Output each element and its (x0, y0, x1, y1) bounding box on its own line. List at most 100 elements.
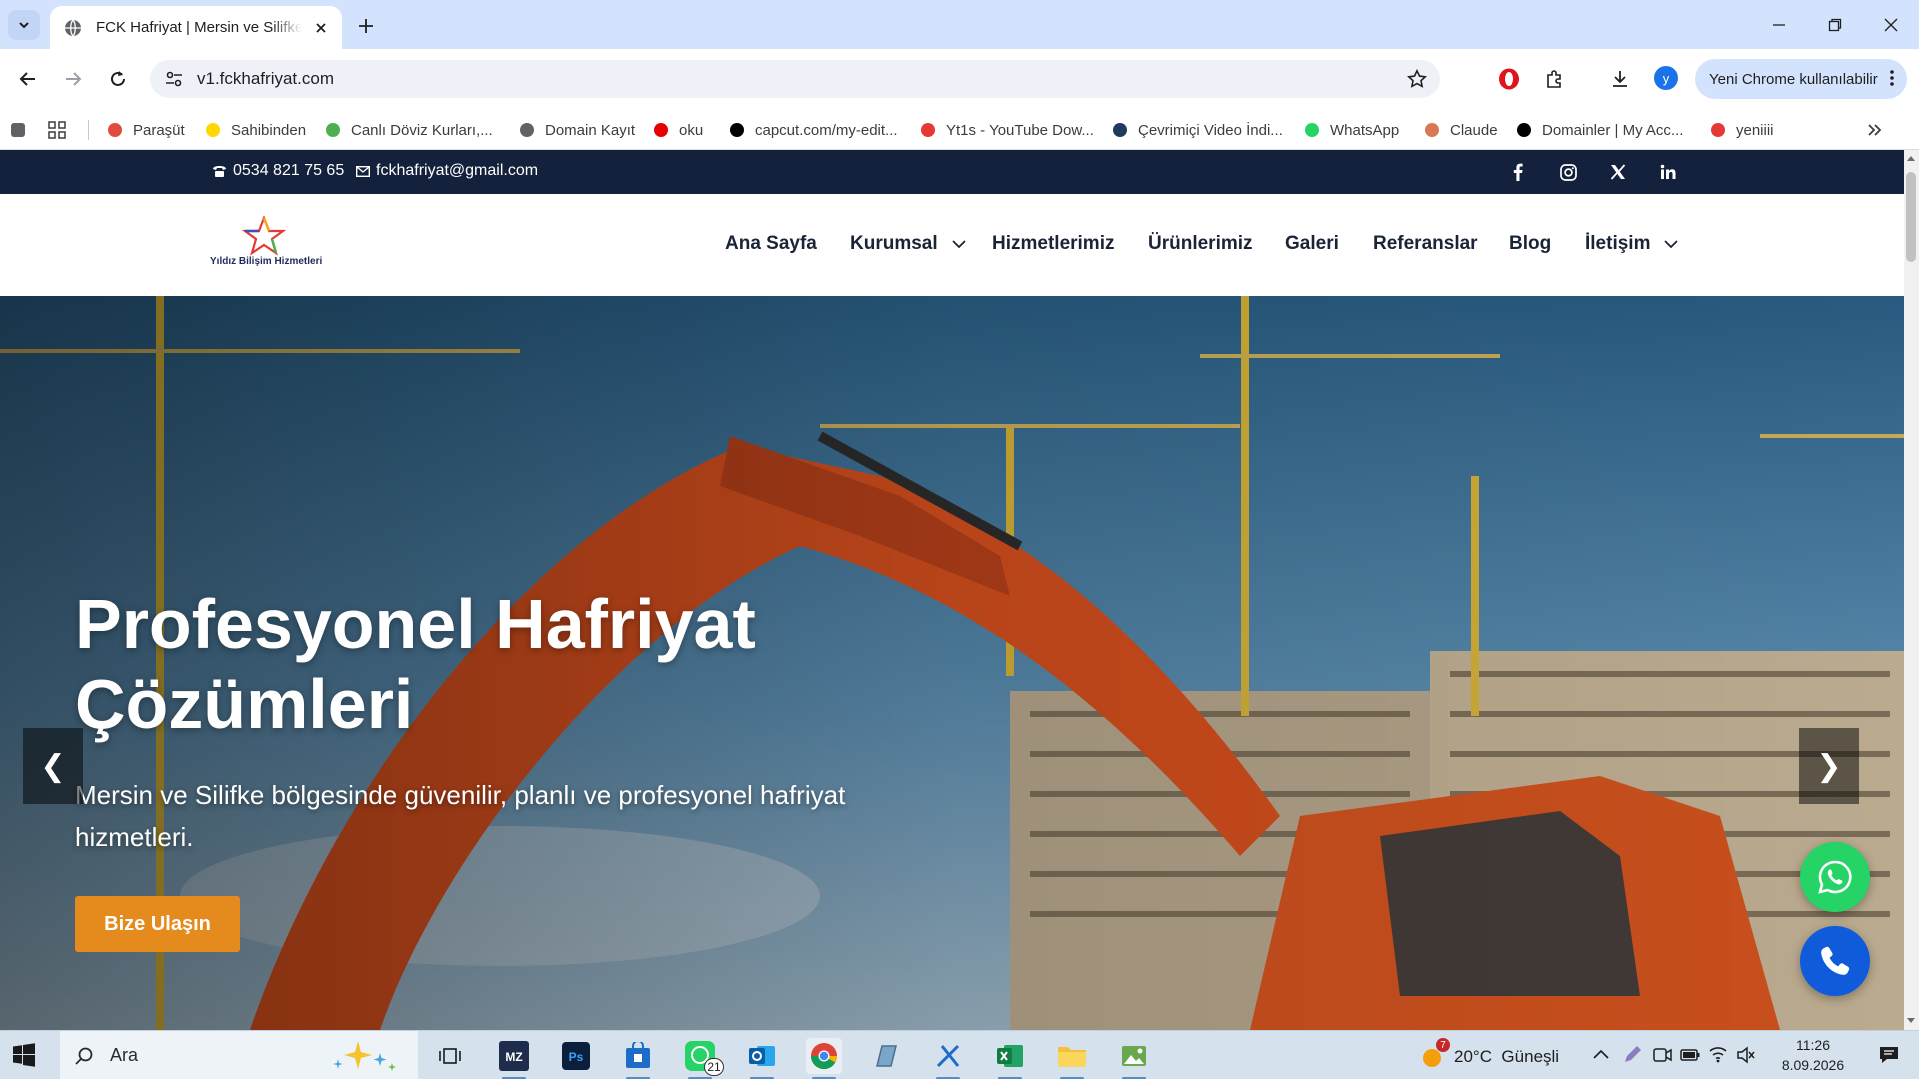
scroll-up-icon[interactable] (1906, 154, 1916, 162)
taskbar-app-mz[interactable]: MZ (496, 1038, 532, 1079)
browser-tab-active[interactable]: FCK Hafriyat | Mersin ve Silifke Hafriya… (50, 6, 342, 49)
wifi-icon[interactable] (1708, 1045, 1728, 1063)
nav-services[interactable]: Hizmetlerimiz (992, 233, 1114, 255)
page-scrollbar[interactable] (1904, 150, 1919, 1030)
taskbar-app-photoshop[interactable]: Ps (558, 1038, 594, 1074)
linkedin-icon[interactable] (1657, 161, 1679, 183)
slider-next-button[interactable]: ❯ (1799, 728, 1859, 804)
close-window-button[interactable] (1863, 0, 1919, 49)
minimize-button[interactable] (1751, 0, 1807, 49)
nav-references-label: Referanslar (1373, 233, 1478, 254)
taskbar-search-box[interactable]: Ara (60, 1031, 418, 1079)
apps-button[interactable] (48, 118, 66, 142)
opera-extension-button[interactable] (1489, 59, 1529, 99)
back-button[interactable] (8, 59, 48, 99)
taskbar-search-text: Ara (110, 1045, 139, 1065)
svg-text:Ps: Ps (569, 1050, 584, 1064)
nav-home[interactable]: Ana Sayfa (725, 233, 817, 255)
bookmark-item[interactable]: Sahibinden (204, 118, 306, 142)
bookmark-item[interactable]: Yt1s - YouTube Dow... (919, 118, 1094, 142)
site-logo[interactable]: Yıldız Bilişim Hizmetleri (210, 216, 325, 274)
taskbar-app-tool[interactable] (930, 1038, 966, 1079)
nav-corporate[interactable]: Kurumsal (850, 233, 966, 255)
bookmark-item[interactable]: Çevrimiçi Video İndi... (1111, 118, 1283, 142)
meet-now-icon[interactable] (1652, 1046, 1672, 1064)
notifications-icon[interactable] (1878, 1045, 1900, 1065)
bookmark-item[interactable]: Claude (1423, 118, 1498, 142)
wix-icon (1515, 121, 1533, 139)
tab-search-button[interactable] (8, 10, 40, 40)
svg-text:MZ: MZ (505, 1050, 522, 1064)
forward-button[interactable] (53, 59, 93, 99)
system-tray: 7 20°C Güneşli 11:26 8.09.2026 (1418, 1031, 1919, 1079)
nav-gallery[interactable]: Galeri (1285, 233, 1339, 255)
taskbar-app-excel[interactable] (992, 1038, 1028, 1079)
x-icon[interactable] (1607, 161, 1629, 183)
bookmark-label: Domain Kayıt (545, 121, 636, 139)
chevron-up-icon[interactable] (1593, 1049, 1609, 1059)
new-tab-button[interactable] (352, 12, 380, 40)
taskbar-app-outlook[interactable] (744, 1038, 780, 1079)
taskbar-app-image[interactable] (1116, 1038, 1152, 1079)
weather-widget[interactable]: 7 20°C Güneşli (1420, 1038, 1559, 1070)
close-tab-icon[interactable] (310, 17, 332, 39)
instagram-icon[interactable] (1557, 161, 1579, 183)
battery-icon[interactable] (1680, 1048, 1700, 1062)
topbar-phone[interactable]: 0534 821 75 65 (212, 162, 344, 180)
downloads-button[interactable] (1600, 59, 1640, 99)
page-viewport: 0534 821 75 65 fckhafriyat@gmail.com Yıl… (0, 150, 1904, 1030)
bookmark-item[interactable]: oku (652, 118, 703, 142)
scroll-down-icon[interactable] (1906, 1017, 1916, 1025)
bookmark-page-icon[interactable] (10, 118, 26, 142)
claude-icon (1423, 121, 1441, 139)
nav-services-label: Hizmetlerimiz (992, 233, 1115, 254)
chevron-down-icon (19, 22, 29, 29)
chrome-update-button[interactable]: Yeni Chrome kullanılabilir (1695, 59, 1907, 99)
bookmark-item[interactable]: Domainler | My Acc... (1515, 118, 1683, 142)
address-bar[interactable]: v1.fckhafriyat.com (150, 60, 1440, 98)
taskbar-app-chrome[interactable] (806, 1038, 842, 1079)
notes-app-icon (876, 1045, 897, 1067)
task-view-button[interactable] (432, 1038, 468, 1074)
bookmark-item[interactable]: capcut.com/my-edit... (728, 118, 898, 142)
site-settings-icon[interactable] (164, 69, 184, 89)
contact-us-button[interactable]: Bize Ulaşın (75, 896, 240, 952)
bookmark-item[interactable]: WhatsApp (1303, 118, 1399, 142)
reload-button[interactable] (98, 59, 138, 99)
facebook-icon[interactable] (1507, 161, 1529, 183)
bookmark-item[interactable]: Canlı Döviz Kurları,... (324, 118, 493, 142)
nav-contact-label: İletişim (1585, 233, 1651, 254)
extensions-button[interactable] (1535, 59, 1575, 99)
windows-start-icon[interactable] (12, 1043, 36, 1067)
nav-references[interactable]: Referanslar (1373, 233, 1478, 255)
slider-prev-button[interactable]: ❮ (23, 728, 83, 804)
nav-contact[interactable]: İletişim (1585, 233, 1679, 255)
taskbar-app-explorer[interactable] (1054, 1038, 1090, 1079)
page-scrollbar-thumb[interactable] (1906, 172, 1916, 262)
pen-icon[interactable] (1622, 1045, 1642, 1065)
bookmark-item[interactable]: Paraşüt (106, 118, 185, 142)
globe-icon (65, 19, 81, 36)
restore-button[interactable] (1807, 0, 1863, 49)
taskbar-app-store[interactable] (620, 1038, 656, 1079)
taskbar-app-whatsapp[interactable]: 21 (682, 1038, 724, 1079)
bookmark-star-icon[interactable] (1407, 69, 1427, 89)
excel-icon (997, 1045, 1023, 1067)
capcut-icon (728, 121, 746, 139)
nav-products[interactable]: Ürünlerimiz (1148, 233, 1253, 255)
topbar-email[interactable]: fckhafriyat@gmail.com (356, 162, 538, 180)
nav-blog[interactable]: Blog (1509, 233, 1551, 255)
clock[interactable]: 11:26 8.09.2026 (1768, 1035, 1858, 1075)
bookmark-item[interactable]: yeniiii (1709, 118, 1774, 142)
taskbar-app-notes[interactable] (868, 1038, 904, 1074)
tab-title: FCK Hafriyat | Mersin ve Silifke Hafriya… (96, 19, 302, 36)
volume-muted-icon[interactable] (1736, 1046, 1756, 1064)
profile-avatar[interactable]: y (1654, 66, 1678, 90)
bookmark-item[interactable]: Domain Kayıt (518, 118, 635, 142)
call-float-button[interactable] (1800, 926, 1870, 996)
apps-grid-icon (48, 121, 66, 139)
bookmark-label: capcut.com/my-edit... (755, 121, 898, 139)
vodafone-icon (652, 121, 670, 139)
bookmarks-overflow-button[interactable] (1866, 118, 1882, 142)
whatsapp-float-button[interactable] (1800, 842, 1870, 912)
